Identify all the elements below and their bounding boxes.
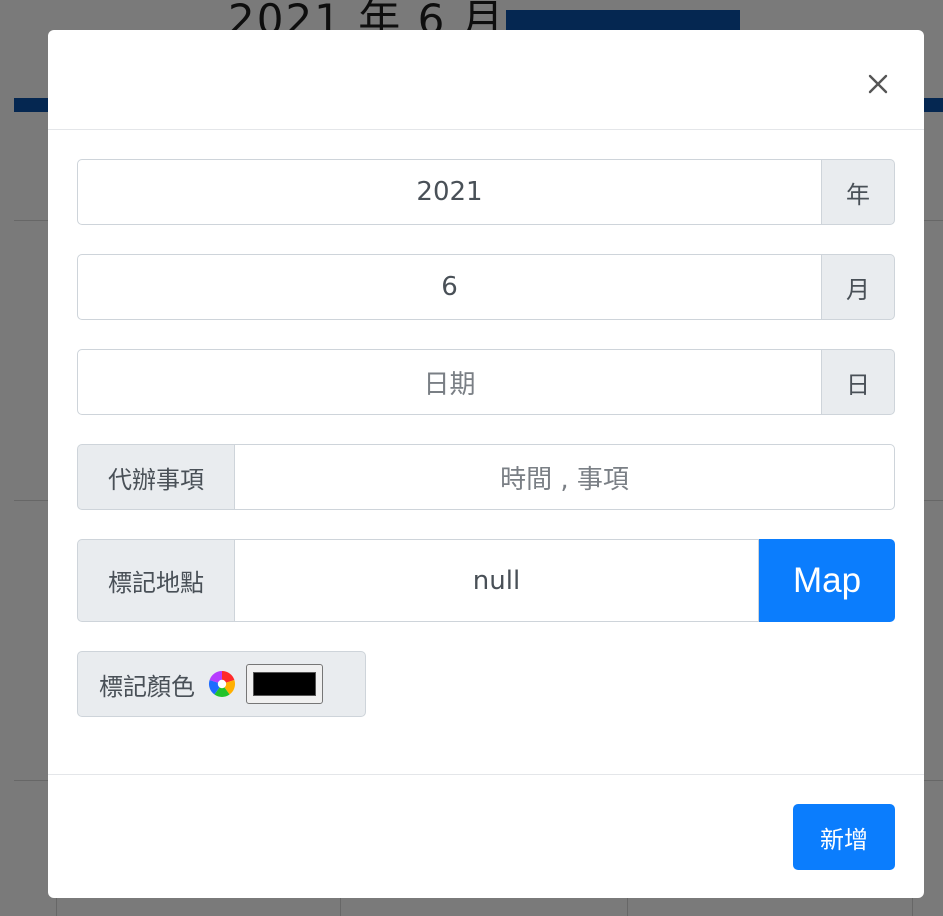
- todo-input[interactable]: 時間 , 事項: [234, 444, 895, 510]
- modal-footer: 新增: [48, 774, 924, 898]
- close-button[interactable]: [860, 66, 896, 102]
- day-input[interactable]: 日期: [77, 349, 822, 415]
- location-input[interactable]: null: [234, 539, 759, 622]
- modal-header: [48, 30, 924, 130]
- color-palette-icon: [208, 670, 236, 697]
- color-picker[interactable]: [246, 664, 323, 704]
- month-input[interactable]: 6: [77, 254, 822, 320]
- add-button[interactable]: 新增: [793, 804, 895, 870]
- location-input-group: 標記地點 null Map: [77, 539, 895, 622]
- close-icon: [868, 74, 888, 94]
- todo-input-group: 代辦事項 時間 , 事項: [77, 444, 895, 510]
- map-button[interactable]: Map: [759, 539, 895, 622]
- year-input-group: 2021 年: [77, 159, 895, 225]
- todo-label: 代辦事項: [77, 444, 234, 510]
- add-event-modal: 2021 年 6 月 日期 日 代辦事項 時間 , 事項 標記地點 null M…: [48, 30, 924, 898]
- day-input-group: 日期 日: [77, 349, 895, 415]
- month-suffix: 月: [822, 254, 895, 320]
- color-label: 標記顏色: [99, 672, 195, 701]
- year-suffix: 年: [822, 159, 895, 225]
- year-input[interactable]: 2021: [77, 159, 822, 225]
- month-input-group: 6 月: [77, 254, 895, 320]
- location-label: 標記地點: [77, 539, 234, 622]
- color-swatch: [253, 672, 316, 696]
- day-suffix: 日: [822, 349, 895, 415]
- color-input-group: 標記顏色: [77, 651, 366, 717]
